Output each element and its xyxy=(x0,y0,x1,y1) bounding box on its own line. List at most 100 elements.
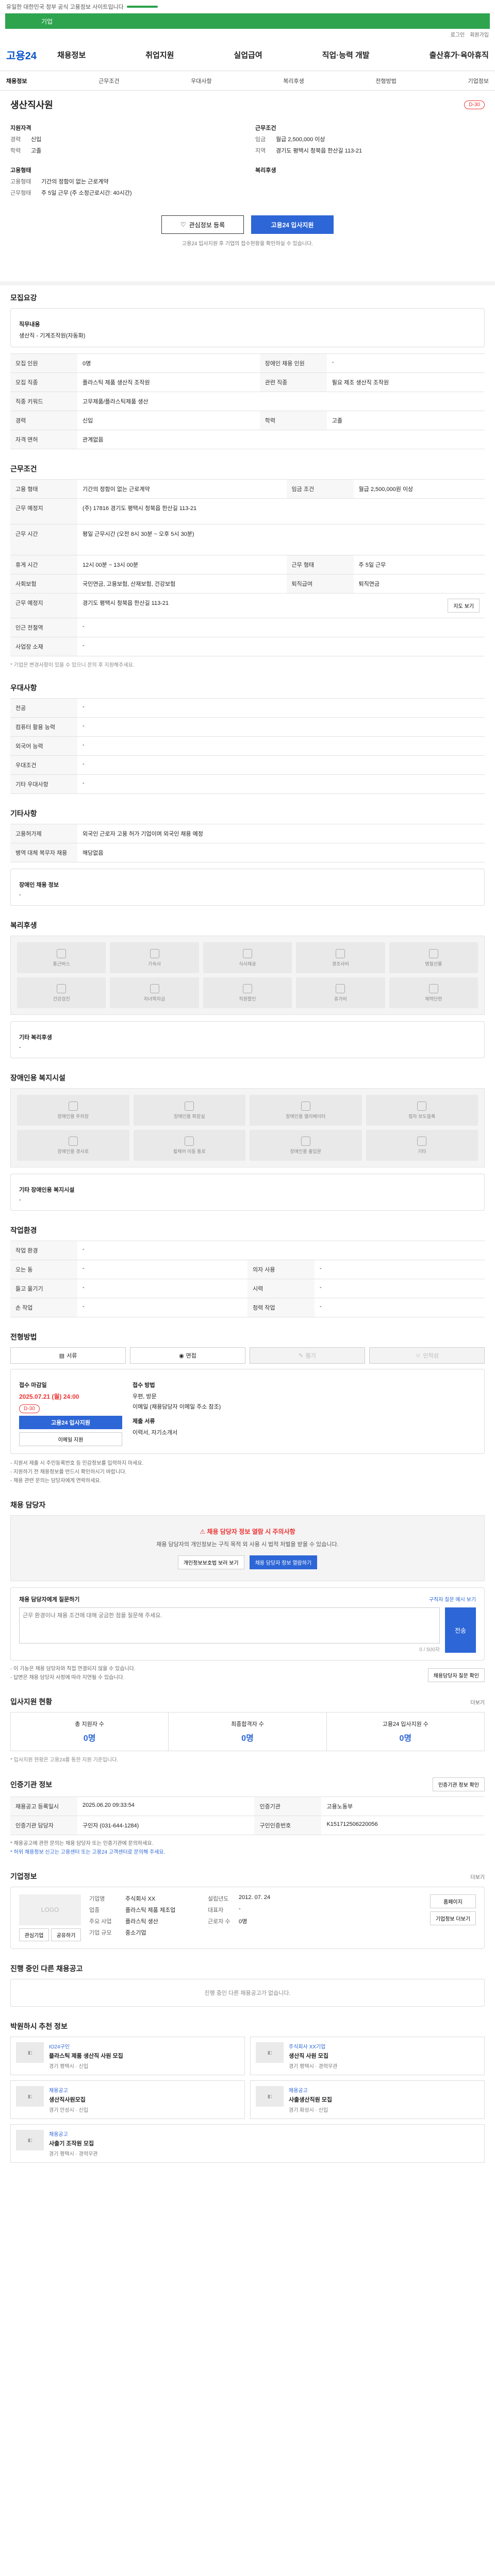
tab-jobs[interactable]: 채용정보 xyxy=(6,77,27,85)
nav-item-employment[interactable]: 취업지원 xyxy=(145,49,174,60)
salary-value: 월급 2,500,000 이상 xyxy=(276,137,325,143)
table-row: 컴퓨터 활용 능력 - xyxy=(10,717,485,737)
condition-label: 근무조건 xyxy=(255,125,276,131)
check-questions-button[interactable]: 채용담당자 질문 확인 xyxy=(427,1668,485,1682)
table-row: 인근 전철역 - xyxy=(10,618,485,637)
work-type-value: 주 5일 근무 (주 소정근로시간: 40시간) xyxy=(41,190,132,196)
recommend-card[interactable]: ◧ IO24구인 플라스틱 제품 생산직 사원 모집 경기 평택시 · 신입 xyxy=(10,2037,245,2075)
work-type-key: 근무형태 xyxy=(10,190,31,196)
view-contact-button[interactable]: 채용 담당자 정보 열람하기 xyxy=(249,1555,318,1569)
privacy-law-button[interactable]: 개인정보보호법 보러 보기 xyxy=(177,1555,244,1569)
facility-item: 장애인용 엘리베이터 xyxy=(250,1095,362,1126)
welfare-item: 자녀학자금 xyxy=(110,977,199,1008)
company-section: 기업정보 더보기 LOGO 관심기업 공유하기 기업명 주식회사 XX 설립년도 20… xyxy=(0,1864,495,1956)
question-input[interactable] xyxy=(19,1607,440,1643)
facility-item: 기타 xyxy=(366,1130,478,1161)
stat-online: 고용24 입사지원 수 0명 xyxy=(382,1721,428,1743)
more-icon xyxy=(417,1136,427,1146)
other-welfare-box: 기타 복리후생 - xyxy=(10,1021,485,1058)
nav-item-training[interactable]: 직업·능력 개발 xyxy=(322,49,370,60)
auth-title: 인증기관 정보 xyxy=(10,1780,53,1789)
table-row: 자격 면허 관계없음 xyxy=(10,430,485,449)
table-row: 채용공고 등록일시 2025.06.20 09:33:54 인증기관 고용노동부 xyxy=(10,1797,485,1816)
school-icon xyxy=(150,984,159,993)
receipt-box: 접수 마감일 2025.07.21 (월) 24:00 D-30 고용24 입사… xyxy=(10,1369,485,1454)
send-question-button[interactable]: 전송 xyxy=(445,1607,476,1653)
condition-section: 근무조건 고용 형태 기간의 정함이 없는 근로계약 임금 조건 월급 2,500,0… xyxy=(0,456,495,675)
tab-company[interactable]: 기업정보 xyxy=(468,77,488,85)
question-hint-link[interactable]: 구직자 질문 예시 보기 xyxy=(429,1595,476,1603)
facility-item: 휠체어 이동 통로 xyxy=(133,1130,245,1161)
nav-item-leave[interactable]: 출산휴가·육아휴직 xyxy=(430,49,489,60)
table-row: 근무 예정지 경기도 평택시 청북읍 한산길 113-21 지도 보기 xyxy=(10,593,485,618)
contact-title: 채용 담당자 xyxy=(10,1501,46,1509)
apply-button[interactable]: 고용24 입사지원 xyxy=(251,215,334,234)
tab-selection[interactable]: 전형방법 xyxy=(375,77,396,85)
facility-title: 장애인용 복지시설 xyxy=(10,1074,65,1082)
method-row: 이메일 (채용담당자 이메일 주소 참조) xyxy=(133,1404,221,1410)
employment-label: 고용형태 xyxy=(10,167,31,174)
tab-conditions[interactable]: 근무조건 xyxy=(98,77,119,85)
table-row: 사회보험 국민연금, 고용보험, 산재보험, 건강보험 퇴직급여 퇴직연금 xyxy=(10,574,485,594)
status-section: 입사지원 현황 더보기 총 지원자 수 0명 최종합격자 수 0명 고용24 입사지… xyxy=(0,1689,495,1770)
facility-item: 장애인용 주차장 xyxy=(17,1095,129,1126)
auth-info-button[interactable]: 인증기관 정보 확인 xyxy=(432,1777,485,1791)
meal-icon xyxy=(242,948,252,958)
deadline-date: 2025.07.21 (월) 24:00 xyxy=(19,1393,79,1400)
method-title: 접수 방법 xyxy=(133,1382,155,1388)
section-tabs: 채용정보 근무조건 우대사항 복리후생 전형방법 기업정보 xyxy=(0,71,495,91)
table-row: 모집 인원 0명 장애인 채용 인원 - xyxy=(10,353,485,373)
signup-link[interactable]: 회원가입 xyxy=(470,30,489,38)
logo[interactable]: 고용24 xyxy=(6,47,37,62)
other-welfare-value: - xyxy=(19,1044,21,1050)
recommend-card[interactable]: ◧ 주식회사 XX기업 생산직 사원 모집 경기 평택시 · 경력무관 xyxy=(250,2037,485,2075)
emp-type-value: 기간의 정함이 없는 근로계약 xyxy=(41,179,109,185)
gov-banner: 유일한 대한민국 정부 공식 고용정보 사이트입니다 xyxy=(0,0,495,13)
tab-preferences[interactable]: 우대사항 xyxy=(191,77,211,85)
company-thumb: ◧ xyxy=(16,2086,44,2107)
recommend-title: 박원하시 추천 정보 xyxy=(10,2022,68,2030)
map-button[interactable]: 지도 보기 xyxy=(448,599,480,613)
job-desc-title: 직무내용 xyxy=(19,321,40,328)
nav-item-unemployment[interactable]: 실업급여 xyxy=(234,49,262,60)
etc-title: 기타사항 xyxy=(10,809,37,818)
bus-icon xyxy=(57,948,67,958)
recommend-card[interactable]: ◧ 채용공고 사출기 조작원 모집 경기 평택시 · 경력무관 xyxy=(10,2124,485,2163)
question-title: 채용 담당자에게 질문하기 xyxy=(19,1597,80,1603)
table-row: 모집 직종 플라스틱 제품 생산직 조작원 관련 직종 필요 제조 생산직 조작원 xyxy=(10,372,485,392)
nav-item-jobs[interactable]: 채용정보 xyxy=(57,49,86,60)
deadline-dday: D-30 xyxy=(19,1404,40,1413)
other-facility-value: - xyxy=(19,1197,21,1203)
scrap-button[interactable]: ♡ 관심정보 등록 xyxy=(161,215,244,234)
preference-table: 전공 - 컴퓨터 활용 능력 - 외국어 능력 - 우대조건 - 기타 우대사항 - xyxy=(10,698,485,794)
share-button[interactable]: 공유하기 xyxy=(51,1928,81,1941)
welfare-item: 통근버스 xyxy=(17,942,106,973)
preference-title: 우대사항 xyxy=(10,684,37,692)
email-apply-button[interactable]: 이메일 지원 xyxy=(19,1432,122,1446)
recommend-card[interactable]: ◧ 채용공고 생산직사원모집 경기 안성시 · 신입 xyxy=(10,2080,245,2119)
contact-desc: 채용 담당자의 개인정보는 구직 목적 외 사용 시 법적 처벌을 받을 수 있… xyxy=(156,1541,339,1548)
work-env-table: 작업 환경 - 오는 동 - 의자 사용 - 들고 옮기기 - 시력 - 손 작업 - 청력 작업… xyxy=(10,1241,485,1317)
status-more-link[interactable]: 더보기 xyxy=(470,1698,485,1706)
table-row: 고용허가제 외국인 근로자 고용 허가 기업이며 외국인 채용 예정 xyxy=(10,824,485,843)
table-row: 오는 동 - 의자 사용 - xyxy=(10,1260,485,1279)
contact-panel: ⚠ 채용 담당자 정보 열람 시 주의사항 채용 담당자의 개인정보는 구직 목… xyxy=(10,1515,485,1581)
condition-footnote: * 기업은 변경사항이 있을 수 있으니 문의 후 지원해주세요. xyxy=(10,663,135,668)
login-link[interactable]: 로그인 xyxy=(451,30,465,38)
like-company-button[interactable]: 관심기업 xyxy=(19,1928,49,1941)
job-desc-box: 직무내용 생산직 - 기계조작원(자동화) xyxy=(10,308,485,347)
company-thumb: ◧ xyxy=(256,2086,284,2107)
facility-item: 장애인용 경사로 xyxy=(17,1130,129,1161)
tab-welfare[interactable]: 복리후생 xyxy=(283,77,304,85)
heart-icon: ♡ xyxy=(180,221,186,228)
career-value: 신입 xyxy=(31,137,42,143)
company-more-link[interactable]: 더보기 xyxy=(470,1873,485,1880)
homepage-button[interactable]: 홈페이지 xyxy=(430,1894,476,1908)
welfare-title: 복리후생 xyxy=(10,921,37,929)
apply-button-2[interactable]: 고용24 입사지원 xyxy=(19,1416,122,1429)
table-row: 작업 환경 - xyxy=(10,1241,485,1260)
table-row: 직종 키워드 고무제품/플라스틱제품 생산 xyxy=(10,392,485,411)
company-info-button[interactable]: 기업정보 더보기 xyxy=(430,1911,476,1925)
recommend-card[interactable]: ◧ 채용공고 사출생산직원 모집 경기 화성시 · 신입 xyxy=(250,2080,485,2119)
welfare-item: 명절선물 xyxy=(389,942,478,973)
